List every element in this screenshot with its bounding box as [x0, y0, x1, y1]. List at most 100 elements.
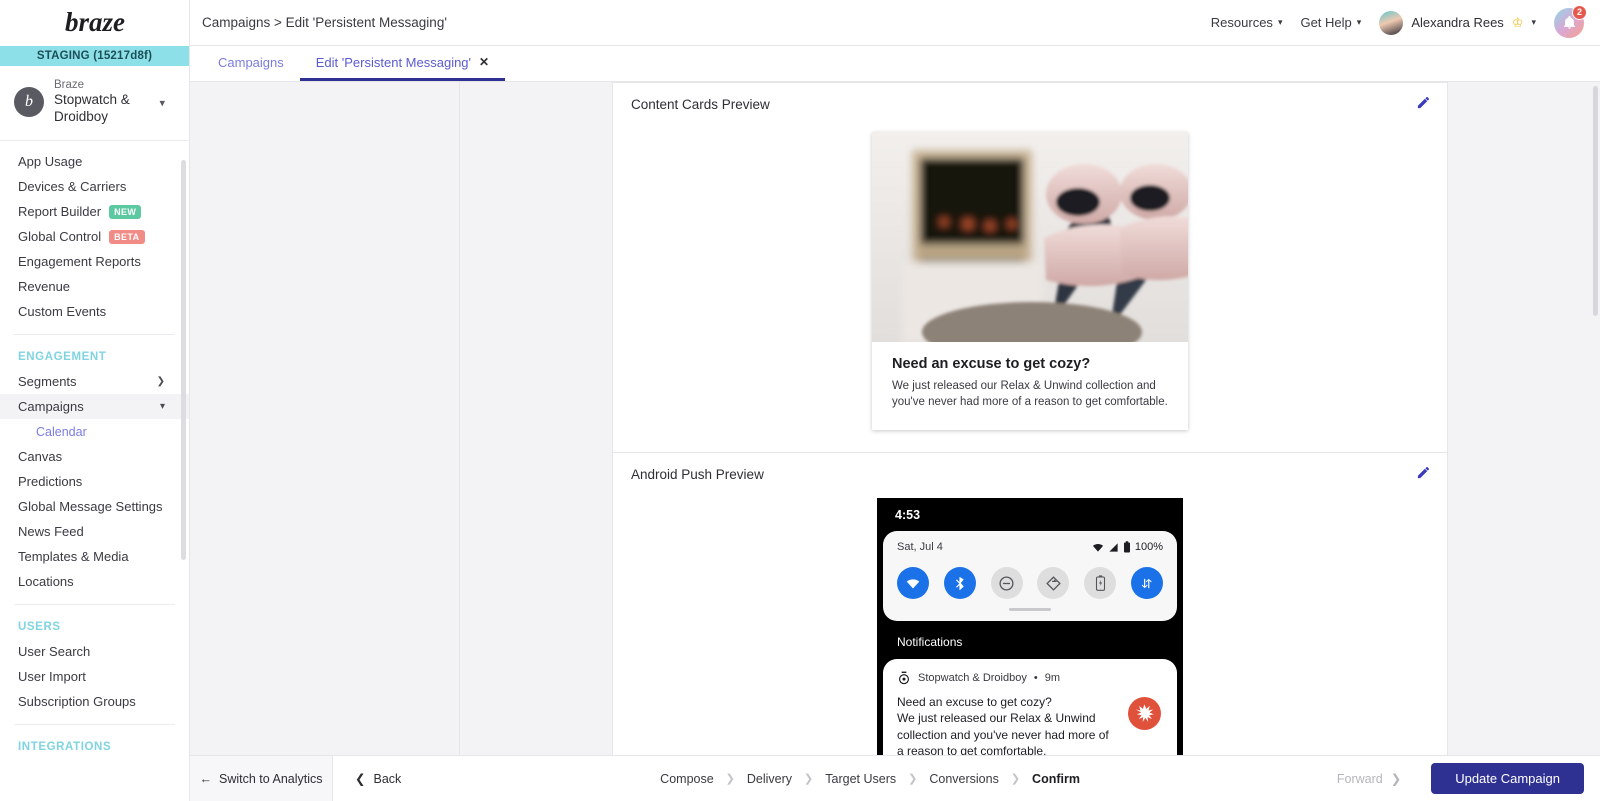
braze-dashboard: braze STAGING (15217d8f) b Braze Stopwat… [0, 0, 1600, 801]
wifi-tile-icon[interactable] [897, 567, 929, 600]
sidebar-item-label: Locations [18, 574, 74, 590]
sidebar-item-canvas[interactable]: Canvas [0, 444, 189, 469]
sidebar-item-templates-media[interactable]: Templates & Media [0, 544, 189, 569]
sidebar-item-app-usage[interactable]: App Usage [0, 149, 189, 174]
push-notification[interactable]: Stopwatch & Droidboy • 9m Need an excuse… [883, 659, 1177, 755]
step-confirm[interactable]: Confirm [1032, 772, 1080, 786]
sidebar-item-engagement-reports[interactable]: Engagement Reports [0, 249, 189, 274]
switch-to-analytics-button[interactable]: ← Switch to Analytics [190, 756, 333, 801]
switch-to-analytics-label: Switch to Analytics [218, 771, 323, 786]
edit-pencil-icon[interactable] [1416, 95, 1431, 115]
workspace-company: Braze [54, 79, 85, 91]
sidebar-item-report-builder[interactable]: Report Builder NEW [0, 199, 189, 224]
arrow-left-icon: ← [199, 771, 212, 786]
sidebar-item-locations[interactable]: Locations [0, 569, 189, 594]
wifi-icon [1092, 543, 1103, 552]
sidebar-section-users: USERS [18, 621, 61, 634]
notifications-button[interactable]: 2 [1554, 4, 1587, 38]
push-time-separator: • [1033, 672, 1038, 685]
mobile-data-tile-icon[interactable] [1130, 567, 1163, 600]
sidebar-item-revenue[interactable]: Revenue [0, 274, 189, 299]
sidebar-item-devices-carriers[interactable]: Devices & Carriers [0, 174, 189, 199]
sidebar-item-news-feed[interactable]: News Feed [0, 519, 189, 544]
sidebar-item-calendar[interactable]: Calendar [0, 419, 189, 444]
content-card-headline: Need an excuse to get cozy? [892, 356, 1091, 372]
battery-icon [1123, 541, 1130, 553]
sidebar-item-label: Subscription Groups [18, 694, 136, 710]
phone-status-bar: 4:53 [877, 498, 1183, 531]
sidebar-item-label: News Feed [18, 524, 84, 540]
sidebar-item-label: Engagement Reports [18, 254, 141, 270]
battery-saver-tile-icon[interactable] [1084, 567, 1117, 600]
push-time-ago: 9m [1044, 672, 1060, 685]
content-card-body: We just released our Relax & Unwind coll… [892, 380, 1168, 408]
drag-handle[interactable] [1009, 608, 1051, 612]
sidebar-item-label: Global Message Settings [18, 499, 163, 515]
avatar [1379, 10, 1404, 35]
chevron-right-icon: ❯ [156, 376, 165, 388]
bluetooth-tile-icon[interactable] [943, 567, 976, 600]
android-push-body: 4:53 Sat, Jul 4 100% Notifications Stopw… [613, 488, 1447, 755]
chevron-left-icon: ❮ [355, 772, 366, 786]
get-help-menu[interactable]: Get Help ▾ [1300, 15, 1361, 30]
back-button[interactable]: ❮ Back [333, 756, 423, 801]
step-compose[interactable]: Compose [660, 772, 714, 786]
footer-bar: ← Switch to Analytics ❮ Back Compose ❯ D… [190, 755, 1600, 801]
sidebar-item-subscription-groups[interactable]: Subscription Groups [0, 689, 189, 714]
sidebar-item-label: Report Builder [18, 204, 102, 220]
content-scrollbar[interactable] [1593, 86, 1598, 316]
content-card: Need an excuse to get cozy? We just rele… [872, 132, 1188, 431]
chevron-down-icon: ▾ [1277, 17, 1283, 27]
divider [14, 604, 175, 606]
step-target-users[interactable]: Target Users [825, 772, 896, 786]
sidebar-item-label: User Search [18, 644, 91, 660]
sidebar-item-custom-events[interactable]: Custom Events [0, 299, 189, 324]
forward-button[interactable]: Forward ❯ [1317, 756, 1421, 801]
sidebar-scrollbar[interactable] [181, 160, 186, 560]
sidebar-item-user-search[interactable]: User Search [0, 639, 189, 664]
new-badge: NEW [109, 204, 142, 219]
edit-pencil-icon[interactable] [1416, 465, 1431, 485]
sidebar-item-segments[interactable]: Segments ❯ [0, 369, 189, 394]
workspace-switcher[interactable]: b Braze Stopwatch & Droidboy ▾ [0, 66, 189, 142]
divider [14, 724, 175, 726]
step-breadcrumb: Compose ❯ Delivery ❯ Target Users ❯ Conv… [423, 756, 1317, 801]
auto-rotate-tile-icon[interactable] [1037, 567, 1070, 600]
chevron-right-icon: ❯ [1010, 773, 1021, 785]
content-cards-preview-panel: Content Cards Preview Need an excuse to … [612, 82, 1448, 454]
resources-menu[interactable]: Resources ▾ [1211, 15, 1283, 30]
chevron-right-icon: ❯ [908, 773, 918, 785]
quick-settings-panel: Sat, Jul 4 100% [883, 531, 1177, 622]
workspace-app-group: Stopwatch & Droidboy [54, 92, 130, 125]
sidebar-item-global-message-settings[interactable]: Global Message Settings [0, 494, 189, 519]
main-region: Campaigns > Edit 'Persistent Messaging' … [190, 0, 1600, 801]
step-conversions[interactable]: Conversions [929, 772, 998, 786]
staging-banner: STAGING (15217d8f) [0, 46, 189, 66]
beta-badge: BETA [109, 229, 145, 244]
sidebar: braze STAGING (15217d8f) b Braze Stopwat… [0, 0, 190, 801]
tab-bar: Campaigns Edit 'Persistent Messaging' ✕ [190, 46, 1600, 82]
quick-settings-date: Sat, Jul 4 [897, 541, 943, 554]
tab-edit-persistent-messaging[interactable]: Edit 'Persistent Messaging' ✕ [299, 46, 506, 81]
quick-settings-tiles [897, 567, 1163, 600]
user-name: Alexandra Rees [1411, 15, 1504, 30]
tab-campaigns[interactable]: Campaigns [202, 46, 300, 81]
status-time: 4:53 [895, 507, 921, 522]
sidebar-item-predictions[interactable]: Predictions [0, 469, 189, 494]
push-large-icon [1128, 697, 1161, 731]
android-push-preview-panel: Android Push Preview 4:53 Sat, Jul 4 100… [612, 453, 1448, 755]
chevron-right-icon: ❯ [725, 773, 735, 785]
sidebar-item-campaigns[interactable]: Campaigns ▾ [0, 394, 189, 420]
step-delivery[interactable]: Delivery [747, 772, 792, 786]
do-not-disturb-tile-icon[interactable] [990, 567, 1023, 600]
braze-logo[interactable]: braze [0, 0, 189, 46]
user-menu[interactable]: Alexandra Rees ♔ ▾ [1379, 10, 1536, 35]
notification-count-badge: 2 [1572, 4, 1587, 20]
tab-label: Campaigns [218, 54, 284, 70]
close-icon[interactable]: ✕ [479, 55, 489, 69]
sidebar-item-global-control[interactable]: Global Control BETA [0, 224, 189, 249]
sidebar-item-label: Campaigns [18, 399, 84, 415]
sidebar-item-user-import[interactable]: User Import [0, 664, 189, 689]
sidebar-section-integrations: INTEGRATIONS [18, 741, 112, 754]
update-campaign-button[interactable]: Update Campaign [1431, 763, 1584, 794]
